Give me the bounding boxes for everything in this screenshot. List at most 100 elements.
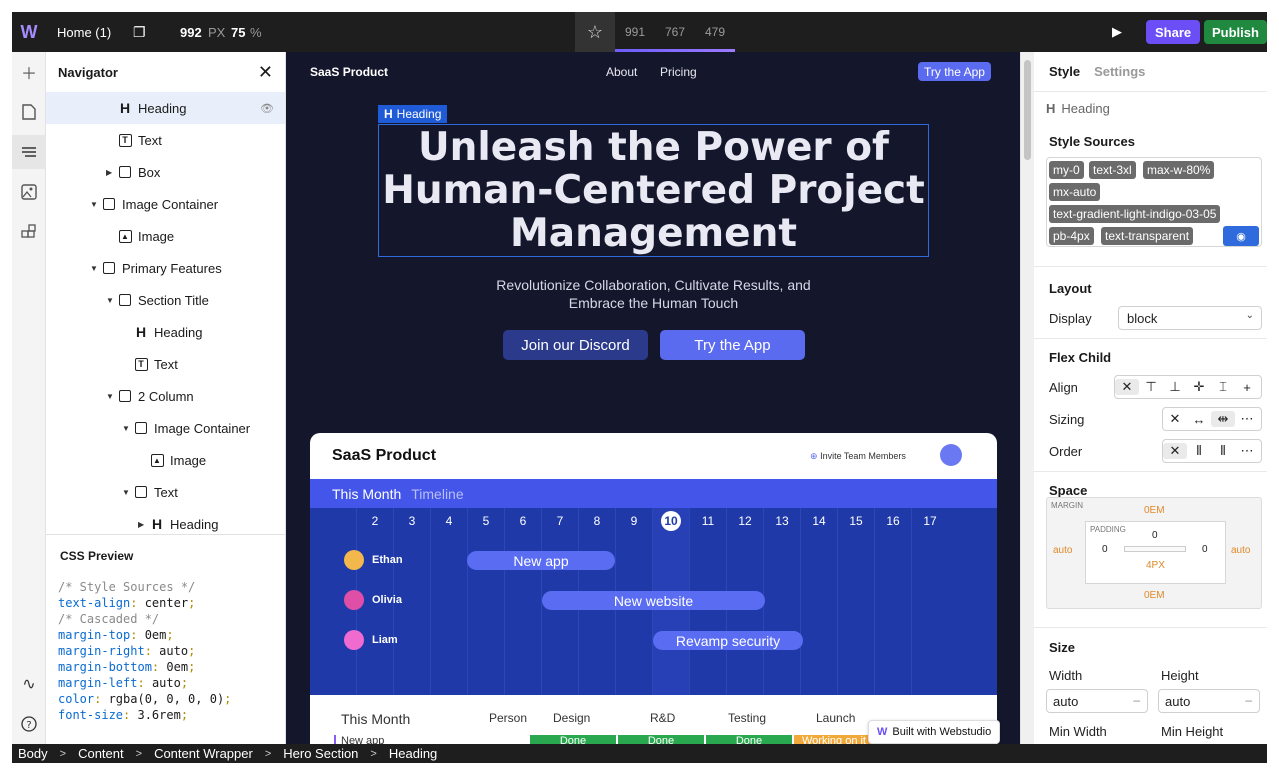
app-preview-image[interactable]: SaaS Product ⊕ Invite Team Members This … <box>310 433 997 744</box>
caret-right-icon[interactable]: ▶ <box>106 168 118 177</box>
target-icon[interactable]: ◉ <box>1223 226 1259 246</box>
tab-style[interactable]: Style <box>1049 64 1080 79</box>
align-end-icon[interactable]: ⊥ <box>1163 379 1187 395</box>
preview-play-icon[interactable]: ▶ <box>1112 24 1122 40</box>
margin-right-value[interactable]: auto <box>1231 545 1250 556</box>
built-with-webstudio-badge[interactable]: W Built with Webstudio <box>868 720 1001 744</box>
padding-left-value[interactable]: 0 <box>1102 544 1108 555</box>
tree-item-text[interactable]: T Text <box>46 124 285 156</box>
margin-bottom-value[interactable]: 0EM <box>1144 590 1165 601</box>
caret-down-icon[interactable]: ▼ <box>122 424 134 433</box>
tree-item-text-box[interactable]: ▼ Text <box>46 476 285 508</box>
order-first-icon[interactable]: ⫴ <box>1187 443 1211 459</box>
webstudio-logo-icon[interactable]: W <box>12 12 46 52</box>
height-input[interactable]: auto – <box>1158 689 1260 713</box>
align-none-icon[interactable]: ✕ <box>1115 379 1139 395</box>
tree-item-heading[interactable]: H Heading <box>46 316 285 348</box>
scrollbar-thumb[interactable] <box>1024 60 1031 160</box>
close-icon[interactable]: ✕ <box>258 62 273 83</box>
pages-icon[interactable] <box>12 95 46 129</box>
style-sources-input[interactable]: my-0 text-3xl max-w-80% mx-auto text-gra… <box>1046 157 1262 247</box>
sizing-control[interactable]: ✕ ↔ ⇹ ⋯ <box>1162 407 1262 431</box>
tree-item-image-container[interactable]: ▼ Image Container <box>46 188 285 220</box>
tree-item-text[interactable]: T Text <box>46 348 285 380</box>
sizing-none-icon[interactable]: ✕ <box>1163 411 1187 427</box>
style-source-chip[interactable]: my-0 <box>1049 161 1084 179</box>
align-start-icon[interactable]: ⊤ <box>1139 379 1163 395</box>
more-icon[interactable]: ⋯ <box>1235 443 1259 459</box>
tree-item-image[interactable]: ▲ Image <box>46 444 285 476</box>
eye-icon[interactable]: 👁 <box>260 102 274 115</box>
tree-item-heading[interactable]: ▶ H Heading <box>46 508 285 534</box>
breakpoint-767[interactable]: 767 <box>655 25 695 39</box>
copy-icon[interactable]: ❐ <box>133 24 146 41</box>
width-input[interactable]: auto – <box>1046 689 1148 713</box>
share-button[interactable]: Share <box>1146 20 1201 44</box>
style-source-chip[interactable]: max-w-80% <box>1143 161 1215 179</box>
order-last-icon[interactable]: ⫴ <box>1211 443 1235 459</box>
margin-left-value[interactable]: auto <box>1053 545 1072 556</box>
align-center-icon[interactable]: ✛ <box>1187 379 1211 395</box>
hero-subtitle[interactable]: Revolutionize Collaboration, Cultivate R… <box>436 276 871 312</box>
style-source-chip[interactable]: pb-4px <box>1049 227 1094 245</box>
nav-link-pricing[interactable]: Pricing <box>660 65 697 79</box>
base-breakpoint-star-icon[interactable]: ☆ <box>575 12 615 52</box>
breadcrumb-hero-section[interactable]: Hero Section <box>283 746 358 761</box>
more-icon[interactable]: ⋯ <box>1235 411 1259 427</box>
tree-item-image-container[interactable]: ▼ Image Container <box>46 412 285 444</box>
margin-top-value[interactable]: 0EM <box>1144 505 1165 516</box>
breadcrumb-heading[interactable]: Heading <box>389 746 437 761</box>
sizing-shrink-icon[interactable]: ⇹ <box>1211 411 1235 427</box>
style-source-chip[interactable]: text-3xl <box>1089 161 1136 179</box>
caret-down-icon[interactable]: ▼ <box>106 392 118 401</box>
spacing-control[interactable]: MARGIN 0EM auto auto 0EM PADDING 0 0 0 4… <box>1046 497 1262 609</box>
canvas-width-value[interactable]: 992 <box>180 25 202 40</box>
nav-try-button[interactable]: Try the App <box>918 62 991 81</box>
align-baseline-icon[interactable]: + <box>1235 380 1259 395</box>
padding-top-value[interactable]: 0 <box>1152 530 1158 541</box>
breadcrumb-content-wrapper[interactable]: Content Wrapper <box>154 746 253 761</box>
zoom-value[interactable]: 75 <box>231 25 245 40</box>
ai-icon[interactable]: ∿ <box>12 667 46 701</box>
canvas-scrollbar[interactable] <box>1020 52 1034 744</box>
tree-item-heading[interactable]: H Heading 👁 <box>46 92 285 124</box>
components-icon[interactable] <box>12 215 46 249</box>
style-source-chip[interactable]: text-gradient-light-indigo-03-05 <box>1049 205 1221 223</box>
align-control[interactable]: ✕ ⊤ ⊥ ✛ ⌶ + <box>1114 375 1262 399</box>
padding-bottom-value[interactable]: 4PX <box>1146 560 1165 571</box>
caret-down-icon[interactable]: ▼ <box>90 200 102 209</box>
breadcrumb-body[interactable]: Body <box>18 746 48 761</box>
tab-settings[interactable]: Settings <box>1094 64 1145 79</box>
try-app-button[interactable]: Try the App <box>660 330 805 360</box>
padding-right-value[interactable]: 0 <box>1202 544 1208 555</box>
tree-item-primary-features[interactable]: ▼ Primary Features <box>46 252 285 284</box>
caret-down-icon[interactable]: ▼ <box>122 488 134 497</box>
style-source-chip[interactable]: mx-auto <box>1049 183 1101 201</box>
sizing-grow-icon[interactable]: ↔ <box>1187 412 1211 427</box>
tree-item-section-title[interactable]: ▼ Section Title <box>46 284 285 316</box>
align-stretch-icon[interactable]: ⌶ <box>1211 379 1235 395</box>
caret-down-icon[interactable]: ▼ <box>106 296 118 305</box>
breadcrumb-content[interactable]: Content <box>78 746 124 761</box>
nav-link-about[interactable]: About <box>606 65 637 79</box>
breakpoint-991[interactable]: 991 <box>615 25 655 39</box>
help-icon[interactable]: ? <box>12 707 46 741</box>
navigator-icon[interactable] <box>12 135 46 169</box>
display-select[interactable]: block ⌄ <box>1118 306 1262 330</box>
assets-icon[interactable] <box>12 175 46 209</box>
design-canvas[interactable]: SaaS Product About Pricing Try the App H… <box>286 52 1020 744</box>
site-brand[interactable]: SaaS Product <box>310 65 388 79</box>
add-icon[interactable]: ＋ <box>12 55 46 89</box>
order-control[interactable]: ✕ ⫴ ⫴ ⋯ <box>1162 439 1262 463</box>
publish-button[interactable]: Publish <box>1204 20 1267 44</box>
order-none-icon[interactable]: ✕ <box>1163 443 1187 459</box>
tree-item-2-column[interactable]: ▼ 2 Column <box>46 380 285 412</box>
tree-item-image[interactable]: ▲ Image <box>46 220 285 252</box>
caret-down-icon[interactable]: ▼ <box>90 264 102 273</box>
caret-right-icon[interactable]: ▶ <box>138 520 150 529</box>
breakpoint-479[interactable]: 479 <box>695 25 735 39</box>
join-discord-button[interactable]: Join our Discord <box>503 330 648 360</box>
tree-item-box[interactable]: ▶ Box <box>46 156 285 188</box>
style-source-chip[interactable]: text-transparent <box>1101 227 1194 245</box>
page-selector[interactable]: Home (1) <box>57 25 111 40</box>
